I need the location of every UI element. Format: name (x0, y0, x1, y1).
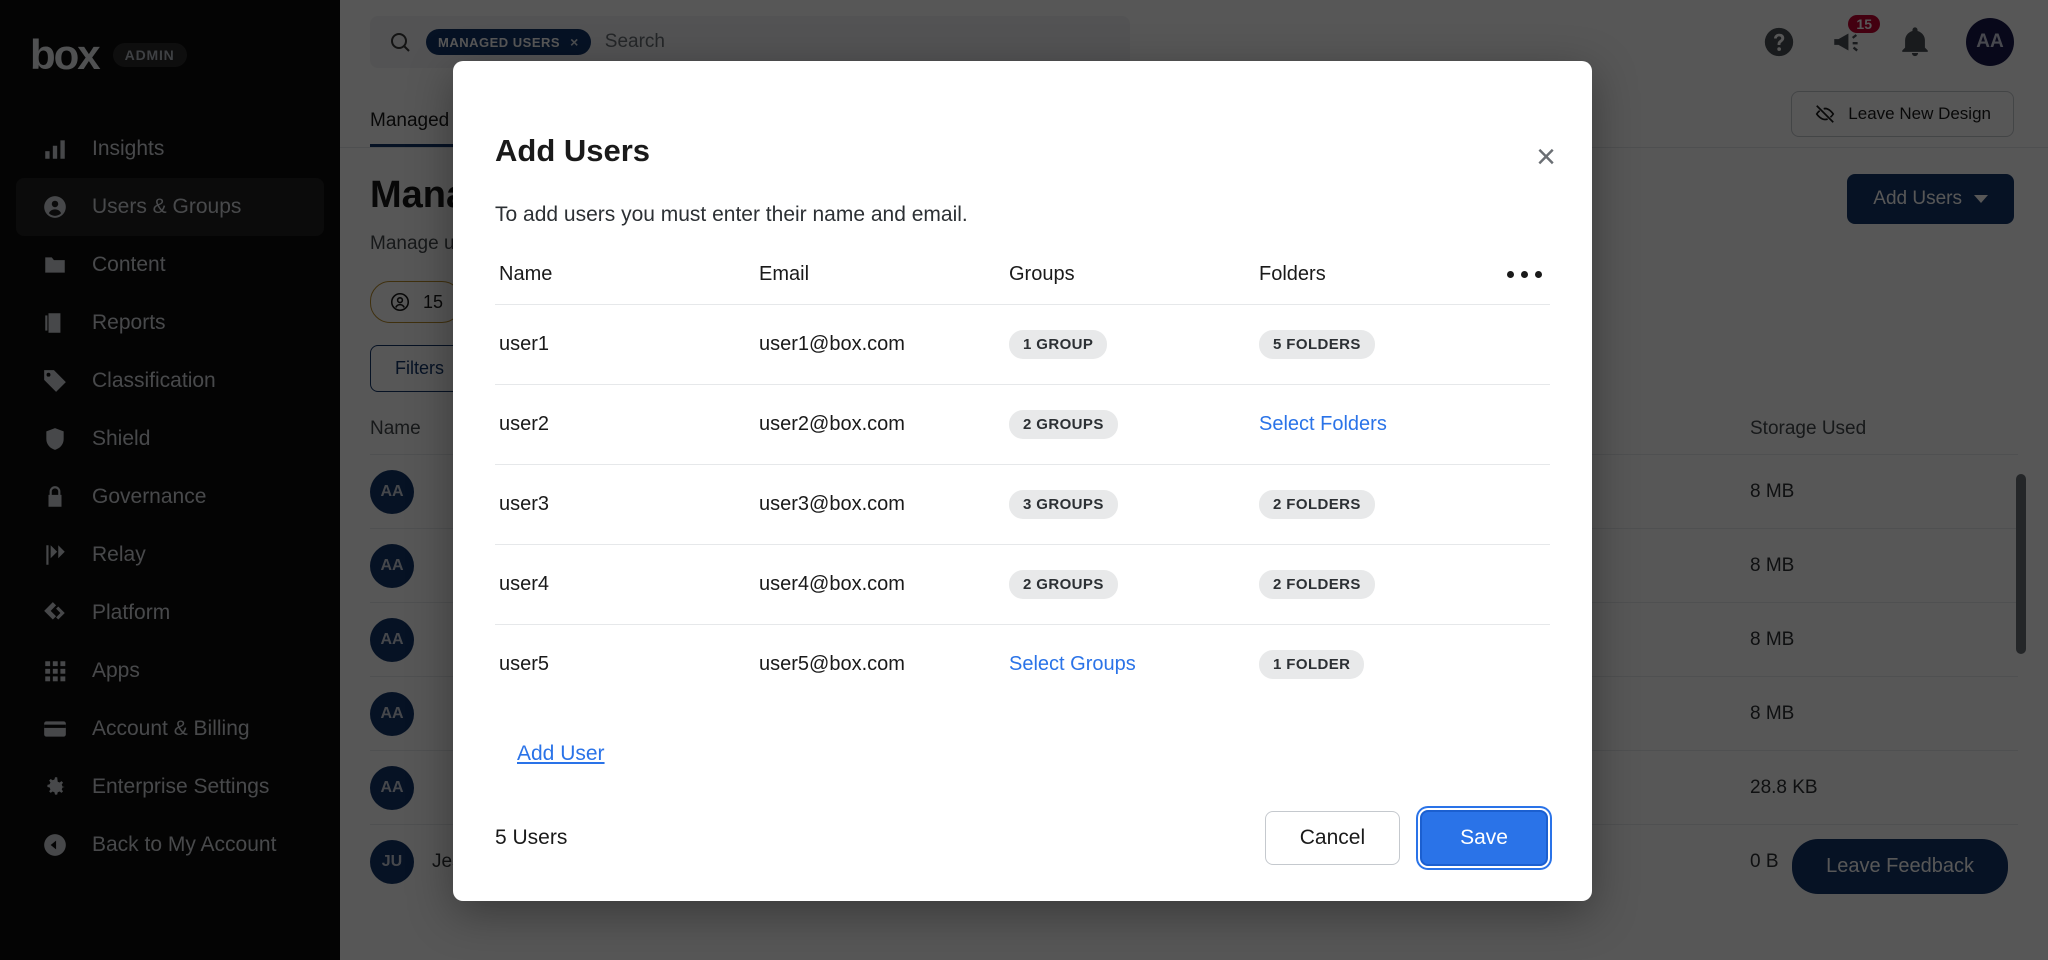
modal-row-folders[interactable]: Select Folders (1259, 413, 1550, 436)
close-icon[interactable]: × (1526, 137, 1566, 177)
add-users-modal: × Add Users To add users you must enter … (453, 61, 1592, 901)
modal-footer-buttons: Cancel Save (1265, 810, 1548, 866)
folders-badge: 1 FOLDER (1259, 650, 1364, 679)
select-folders-link[interactable]: Select Folders (1259, 413, 1387, 435)
modal-row-groups[interactable]: 1 GROUP (1009, 330, 1259, 359)
folders-badge: 5 FOLDERS (1259, 330, 1375, 359)
groups-badge: 1 GROUP (1009, 330, 1107, 359)
modal-row-email[interactable]: user3@box.com (759, 493, 1009, 516)
app-root: box ADMIN Insights Users & Groups Conten… (0, 0, 2048, 960)
modal-row-folders[interactable]: 1 FOLDER (1259, 650, 1550, 679)
modal-row-email[interactable]: user1@box.com (759, 333, 1009, 356)
modal-column-groups: Groups (1009, 263, 1259, 286)
add-user-link[interactable]: Add User (495, 704, 605, 766)
modal-column-name: Name (499, 263, 759, 286)
modal-row-folders[interactable]: 2 FOLDERS (1259, 570, 1550, 599)
modal-table-row[interactable]: user2 user2@box.com 2 GROUPS Select Fold… (495, 384, 1550, 464)
modal-row-groups[interactable]: 2 GROUPS (1009, 570, 1259, 599)
modal-table-row[interactable]: user1 user1@box.com 1 GROUP 5 FOLDERS (495, 304, 1550, 384)
modal-row-groups[interactable]: 2 GROUPS (1009, 410, 1259, 439)
modal-title: Add Users (453, 61, 1592, 169)
modal-column-email: Email (759, 263, 1009, 286)
modal-row-email[interactable]: user2@box.com (759, 413, 1009, 436)
groups-badge: 2 GROUPS (1009, 410, 1118, 439)
modal-row-folders[interactable]: 2 FOLDERS (1259, 490, 1550, 519)
groups-badge: 2 GROUPS (1009, 570, 1118, 599)
modal-table-header: Name Email Groups Folders (495, 263, 1550, 304)
users-count-label: 5 Users (495, 826, 567, 850)
modal-row-groups[interactable]: Select Groups (1009, 653, 1259, 676)
modal-row-name[interactable]: user4 (499, 573, 759, 596)
modal-row-folders[interactable]: 5 FOLDERS (1259, 330, 1550, 359)
folders-badge: 2 FOLDERS (1259, 570, 1375, 599)
modal-footer: 5 Users Cancel Save (453, 775, 1592, 901)
cancel-button[interactable]: Cancel (1265, 811, 1400, 865)
modal-row-email[interactable]: user5@box.com (759, 653, 1009, 676)
groups-badge: 3 GROUPS (1009, 490, 1118, 519)
modal-row-email[interactable]: user4@box.com (759, 573, 1009, 596)
modal-table-row[interactable]: user5 user5@box.com Select Groups 1 FOLD… (495, 624, 1550, 704)
modal-column-folders: Folders (1259, 263, 1507, 286)
modal-row-name[interactable]: user3 (499, 493, 759, 516)
modal-users-table: Name Email Groups Folders user1 user1@bo… (453, 263, 1592, 775)
modal-row-name[interactable]: user5 (499, 653, 759, 676)
save-button[interactable]: Save (1420, 810, 1548, 866)
more-options-icon[interactable] (1507, 271, 1550, 278)
modal-table-row[interactable]: user4 user4@box.com 2 GROUPS 2 FOLDERS (495, 544, 1550, 624)
modal-table-row[interactable]: user3 user3@box.com 3 GROUPS 2 FOLDERS (495, 464, 1550, 544)
select-groups-link[interactable]: Select Groups (1009, 653, 1136, 675)
modal-row-groups[interactable]: 3 GROUPS (1009, 490, 1259, 519)
modal-description: To add users you must enter their name a… (453, 169, 1592, 227)
folders-badge: 2 FOLDERS (1259, 490, 1375, 519)
modal-row-name[interactable]: user2 (499, 413, 759, 436)
modal-row-name[interactable]: user1 (499, 333, 759, 356)
